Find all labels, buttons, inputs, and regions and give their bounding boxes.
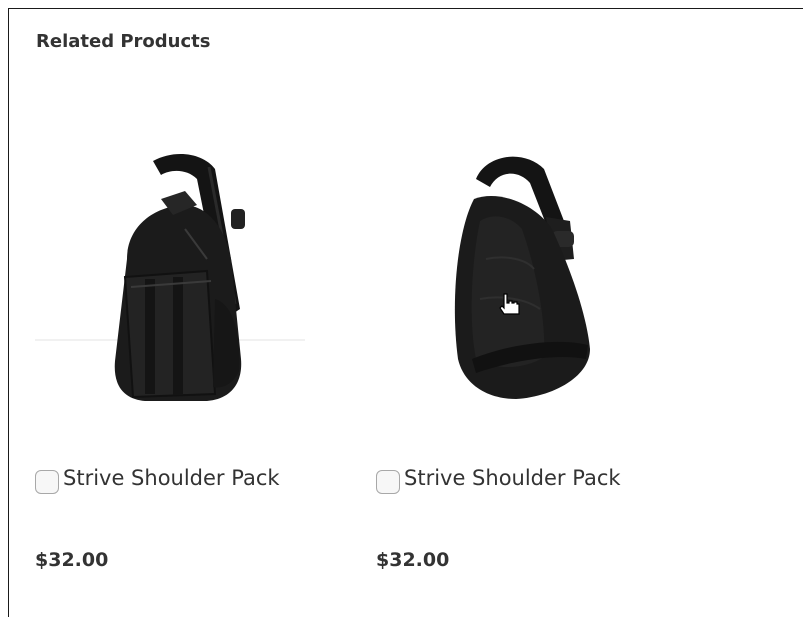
product-price: $32.00 [35, 549, 109, 571]
product-price: $32.00 [376, 549, 450, 571]
product-name-link[interactable]: Strive Shoulder Pack [404, 462, 624, 494]
related-products-block: Related Products Strive Shoulder Pack $3… [8, 8, 803, 617]
add-related-checkbox[interactable] [35, 470, 59, 494]
product-image[interactable] [376, 109, 646, 439]
block-title: Related Products [36, 31, 211, 52]
product-item: Strive Shoulder Pack $32.00 [35, 109, 335, 571]
add-related-checkbox[interactable] [376, 470, 400, 494]
product-name-row: Strive Shoulder Pack [376, 462, 676, 494]
product-name-link[interactable]: Strive Shoulder Pack [63, 462, 283, 494]
sling-backpack-back-icon [454, 156, 590, 399]
product-name-row: Strive Shoulder Pack [35, 462, 335, 494]
product-image[interactable] [35, 109, 305, 439]
product-item: Strive Shoulder Pack $32.00 [376, 109, 676, 571]
sling-backpack-front-icon [35, 154, 305, 401]
